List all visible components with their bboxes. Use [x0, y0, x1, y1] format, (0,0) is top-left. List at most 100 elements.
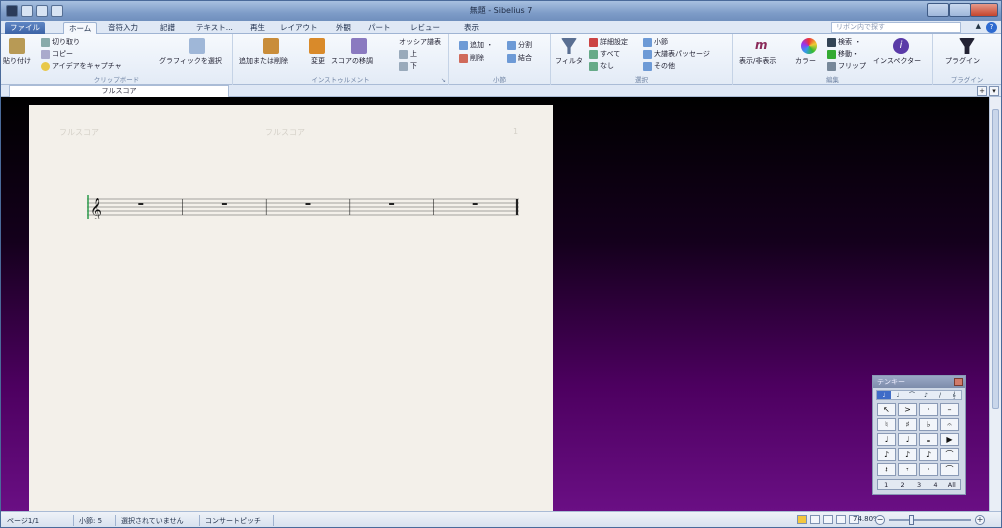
select-graphic-button[interactable]: グラフィックを選択: [159, 56, 222, 66]
staff-system[interactable]: 𝄞: [87, 195, 519, 219]
score-canvas[interactable]: フルスコア フルスコア 1 𝄞: [1, 97, 989, 511]
keypad-key[interactable]: ♪: [919, 448, 938, 461]
select-other-button[interactable]: その他: [643, 61, 675, 71]
view-single-page-icon[interactable]: [810, 515, 820, 524]
keypad-title-bar[interactable]: テンキー: [873, 376, 965, 388]
capture-idea-button[interactable]: アイデアをキャプチャ: [41, 61, 122, 71]
color-button[interactable]: カラー: [795, 56, 816, 66]
keypad-tab-accidentals[interactable]: 𝄞: [947, 391, 961, 399]
select-bar-button[interactable]: 小節: [643, 37, 668, 47]
view-spreads-icon[interactable]: [823, 515, 833, 524]
tab-play[interactable]: 再生: [245, 22, 270, 34]
scrollbar-thumb[interactable]: [992, 109, 999, 409]
keypad-key[interactable]: ▶: [940, 433, 959, 446]
whole-rest[interactable]: [472, 203, 478, 205]
whole-rest[interactable]: [389, 203, 395, 205]
add-remove-instruments-button[interactable]: 追加または削除: [239, 56, 288, 66]
keypad-key[interactable]: ·: [919, 403, 938, 416]
keypad-key[interactable]: ·: [919, 463, 938, 476]
minimize-button[interactable]: [927, 3, 949, 17]
keypad-layout-all[interactable]: All: [944, 480, 960, 489]
add-bar-button[interactable]: 追加 ・: [459, 40, 493, 50]
keypad-key[interactable]: ♭: [919, 418, 938, 431]
tab-text[interactable]: テキスト...: [191, 22, 238, 34]
add-tab-icon[interactable]: +: [977, 86, 987, 96]
keypad-key[interactable]: ⌒: [940, 448, 959, 461]
tab-home[interactable]: ホーム: [63, 22, 98, 34]
zoom-slider-thumb[interactable]: [909, 515, 914, 525]
keypad-tab-articulations[interactable]: ♪: [919, 391, 933, 399]
tab-appearance[interactable]: 外観: [331, 22, 356, 34]
copy-button[interactable]: コピー: [41, 49, 73, 59]
keypad-key[interactable]: >: [898, 403, 917, 416]
whole-rest[interactable]: [305, 203, 311, 205]
delete-bar-button[interactable]: 削除: [459, 53, 484, 63]
keypad-tab-common[interactable]: ♩: [877, 391, 891, 399]
minimize-ribbon-icon[interactable]: ▲: [976, 22, 981, 30]
inspector-button[interactable]: インスペクター: [873, 56, 921, 66]
keypad-tab-beams[interactable]: ⌒: [905, 391, 919, 399]
keypad-key[interactable]: ↖: [877, 403, 896, 416]
keypad-key[interactable]: ♪: [877, 448, 896, 461]
find-button[interactable]: 検索 ・: [827, 37, 861, 47]
select-all-button[interactable]: すべて: [589, 49, 620, 59]
keypad-close-button[interactable]: [954, 378, 963, 386]
score-page[interactable]: フルスコア フルスコア 1 𝄞: [29, 105, 553, 511]
goto-button[interactable]: 移動・: [827, 49, 859, 59]
status-concert-pitch[interactable]: コンサートピッチ: [205, 516, 261, 526]
zoom-out-button[interactable]: −: [875, 515, 885, 525]
filter-button[interactable]: フィルタ: [555, 56, 583, 66]
tab-full-score[interactable]: フルスコア: [9, 85, 229, 97]
split-bar-button[interactable]: 分割: [507, 40, 532, 50]
zoom-slider[interactable]: [889, 519, 971, 521]
maximize-button[interactable]: [949, 3, 971, 17]
close-button[interactable]: [970, 3, 998, 17]
tab-review[interactable]: レビュー: [405, 22, 445, 34]
keypad-key[interactable]: –: [940, 403, 959, 416]
keypad-key[interactable]: ♮: [877, 418, 896, 431]
tab-file[interactable]: ファイル: [5, 22, 45, 34]
join-bar-button[interactable]: 結合: [507, 53, 532, 63]
paste-button[interactable]: 貼り付け: [3, 56, 31, 66]
select-system-passage-button[interactable]: 大譜表パッセージ: [643, 49, 710, 59]
keypad-key[interactable]: ♩: [898, 433, 917, 446]
keypad-key[interactable]: ♩: [877, 433, 896, 446]
ossia-below-button[interactable]: 下: [399, 61, 417, 71]
tab-parts[interactable]: パート: [363, 22, 396, 34]
keypad-layout-3[interactable]: 3: [911, 480, 927, 489]
keypad-key[interactable]: 𝄾: [898, 463, 917, 476]
tab-note-input[interactable]: 音符入力: [103, 22, 143, 34]
dialog-launcher-icon[interactable]: ↘: [441, 77, 446, 84]
plugins-button[interactable]: プラグイン: [945, 56, 980, 66]
whole-rest[interactable]: [138, 203, 144, 205]
zoom-in-button[interactable]: +: [975, 515, 985, 525]
view-panorama-icon[interactable]: [836, 515, 846, 524]
flip-button[interactable]: フリップ: [827, 61, 866, 71]
transpose-score-button[interactable]: スコアの移調: [331, 56, 373, 66]
ossia-above-button[interactable]: 上: [399, 49, 417, 59]
select-none-button[interactable]: なし: [589, 61, 614, 71]
keypad-key[interactable]: ⌒: [940, 463, 959, 476]
whole-rest[interactable]: [221, 203, 227, 205]
keypad-layout-1[interactable]: 1: [878, 480, 894, 489]
tab-view[interactable]: 表示: [459, 22, 484, 34]
keypad-key[interactable]: ♯: [898, 418, 917, 431]
advanced-filter-button[interactable]: 詳細設定: [589, 37, 628, 47]
ribbon-search-input[interactable]: リボン内で探す: [831, 22, 961, 33]
view-side-by-side-icon[interactable]: [797, 515, 807, 524]
cut-button[interactable]: 切り取り: [41, 37, 80, 47]
tab-layout[interactable]: レイアウト: [275, 22, 323, 34]
keypad-layout-4[interactable]: 4: [927, 480, 943, 489]
ossia-staff-button[interactable]: オッシア譜表: [399, 37, 441, 47]
keypad-tab-jazz[interactable]: /: [933, 391, 947, 399]
keypad-key[interactable]: 𝄽: [877, 463, 896, 476]
keypad-key[interactable]: ♪: [898, 448, 917, 461]
keypad-tab-more-notes[interactable]: ♩: [891, 391, 905, 399]
vertical-scrollbar[interactable]: [989, 97, 1001, 511]
help-icon[interactable]: ?: [986, 22, 997, 33]
tab-notations[interactable]: 記譜: [155, 22, 180, 34]
keypad-key[interactable]: 𝄐: [940, 418, 959, 431]
show-hide-button[interactable]: 表示/非表示: [739, 56, 776, 66]
keypad-layout-2[interactable]: 2: [894, 480, 910, 489]
tab-menu-icon[interactable]: ▾: [989, 86, 999, 96]
